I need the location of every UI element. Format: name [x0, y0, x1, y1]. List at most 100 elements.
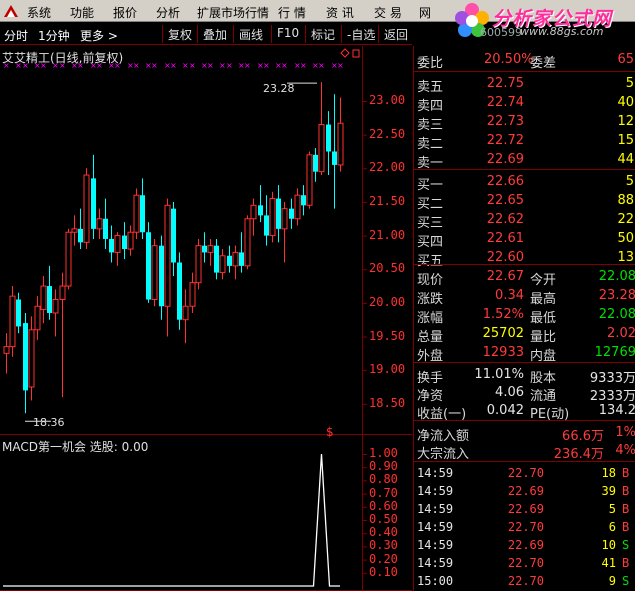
sell-level-row[interactable]: 卖三 22.73 12 — [414, 113, 635, 133]
candle-body-up — [250, 204, 257, 220]
stat-label: 总量 — [417, 330, 444, 345]
candle-body-down — [140, 195, 145, 233]
menu-extended-market[interactable]: 扩展市场行情 — [197, 4, 269, 21]
brand-url: www.88gs.com — [520, 25, 604, 38]
sell-level-row[interactable]: 卖二 22.72 15 — [414, 132, 635, 152]
price-axis-tick: 22.50 — [369, 126, 406, 141]
candle-body-up — [294, 194, 301, 220]
candle-body-up — [83, 174, 90, 243]
candle-body-up — [219, 255, 226, 274]
level-price: 22.66 — [486, 174, 524, 189]
level-price: 22.69 — [486, 152, 524, 167]
candle-body-down — [109, 238, 114, 253]
menu-analysis[interactable]: 分析 — [156, 4, 180, 21]
buy-level-row[interactable]: 买二 22.65 88 — [414, 192, 635, 212]
remove-watchlist-button[interactable]: -自选 — [341, 25, 380, 43]
candle-body-up — [65, 231, 72, 287]
macd-title: MACD第一机会 选股: 0.00 — [2, 440, 149, 454]
tab-more[interactable]: 更多 > — [80, 27, 118, 44]
tick-time: 14:59 — [417, 538, 454, 552]
buy-level-row[interactable]: 买三 22.62 22 — [414, 211, 635, 231]
signal-marker: × — [281, 61, 288, 70]
kline-chart[interactable]: × × × × × × × × × × × × × × × × × × × × × × × × × × × × × × × × × × × × × 23.… — [0, 46, 412, 591]
draw-line-button[interactable]: 画线 — [233, 25, 268, 43]
level-volume: 15 — [617, 133, 634, 148]
stat-value: 0.34 — [495, 288, 524, 303]
price-axis-tick: 22.00 — [369, 160, 406, 175]
menu-trade[interactable]: 交 易 — [374, 4, 402, 21]
tick-volume: 18 — [601, 466, 616, 480]
candle-body-up — [195, 245, 202, 284]
candle-body-up — [133, 194, 140, 233]
sell-level-row[interactable]: 卖五 22.75 5 — [414, 75, 635, 95]
menu-market[interactable]: 行 情 — [278, 4, 306, 21]
signal-marker: × — [263, 61, 270, 70]
candle-body-up — [151, 245, 158, 301]
stat-value: 2.02 — [607, 326, 635, 341]
candle-body-up — [40, 285, 47, 311]
tick-row: 14:59 22.69 5 B — [414, 501, 635, 519]
tab-timeshare[interactable]: 分时 — [4, 27, 28, 44]
tab-1min[interactable]: 1分钟 — [38, 27, 70, 44]
level-price: 22.60 — [486, 250, 524, 265]
level-price: 22.73 — [486, 114, 524, 129]
level-volume: 5 — [625, 76, 634, 91]
candle-body-up — [244, 218, 251, 267]
candle-body-down — [332, 151, 337, 165]
f10-button[interactable]: F10 — [271, 25, 304, 43]
sell-level-row[interactable]: 卖一 22.69 44 — [414, 151, 635, 171]
macd-axis-tick: 0.90 — [369, 459, 398, 474]
capital-flow-row: 大宗流入 236.4万 4% — [414, 442, 635, 462]
signal-marker: × — [318, 61, 325, 70]
tick-row: 14:59 22.69 10 S — [414, 537, 635, 555]
menu-web[interactable]: 网 — [419, 4, 431, 21]
tick-row: 14:59 22.70 6 B — [414, 519, 635, 537]
sell-level-row[interactable]: 卖四 22.74 40 — [414, 94, 635, 114]
menu-news[interactable]: 资 讯 — [326, 4, 354, 21]
candle-body-down — [313, 154, 318, 172]
back-button[interactable]: 返回 — [378, 25, 413, 43]
price-axis-tick: 21.50 — [369, 193, 406, 208]
level-price: 22.65 — [486, 193, 524, 208]
tick-side: B — [622, 484, 630, 498]
tick-volume: 39 — [601, 484, 616, 498]
level-price: 22.61 — [486, 231, 524, 246]
tick-time: 14:59 — [417, 466, 454, 480]
candle-body-down — [23, 323, 28, 391]
adjust-button[interactable]: 复权 — [162, 25, 197, 43]
macd-axis-tick: 1.00 — [369, 446, 398, 460]
candle-body-down — [276, 198, 281, 229]
candle-body-up — [96, 218, 103, 230]
buy-level-row[interactable]: 买一 22.66 5 — [414, 173, 635, 193]
candle-body-up — [337, 122, 344, 166]
stat-value: 23.28 — [598, 288, 635, 303]
kline-svg: × × × × × × × × × × × × × × × × × × × × × × × × × × × × × × × × × × × × ×23.… — [0, 46, 412, 591]
level-label: 买三 — [417, 216, 444, 231]
signal-marker: × — [189, 61, 196, 70]
stat-value: 22.08 — [598, 307, 635, 322]
price-axis-tick: 23.00 — [369, 93, 406, 107]
flow-label: 大宗流入 — [417, 447, 470, 462]
stat-value: 12769 — [594, 345, 635, 360]
candle-body-up — [164, 204, 171, 307]
mark-button[interactable]: 标记 — [305, 25, 340, 43]
candle-body-down — [258, 205, 263, 216]
level-price: 22.75 — [486, 76, 524, 91]
level-price: 22.72 — [486, 133, 524, 148]
signal-marker: × — [300, 61, 307, 70]
buy-level-row[interactable]: 买四 22.61 50 — [414, 230, 635, 250]
menu-quote[interactable]: 报价 — [113, 4, 137, 21]
candle-body-down — [47, 286, 52, 313]
candle-body-down — [146, 232, 151, 300]
overlay-button[interactable]: 叠加 — [197, 25, 232, 43]
level-label: 买四 — [417, 235, 444, 250]
menu-system[interactable]: 系统 — [27, 4, 51, 21]
tick-time: 14:59 — [417, 520, 454, 534]
chart-toolbar: 分时 1分钟 更多 > 复权 叠加 画线 F10 标记 -自选 返回 — [0, 23, 412, 45]
tick-volume: 9 — [608, 574, 616, 588]
tick-volume: 10 — [601, 538, 616, 552]
candle-body-down — [239, 252, 244, 266]
tick-time: 15:00 — [417, 574, 454, 588]
candle-body-up — [34, 305, 41, 331]
menu-function[interactable]: 功能 — [70, 4, 94, 21]
